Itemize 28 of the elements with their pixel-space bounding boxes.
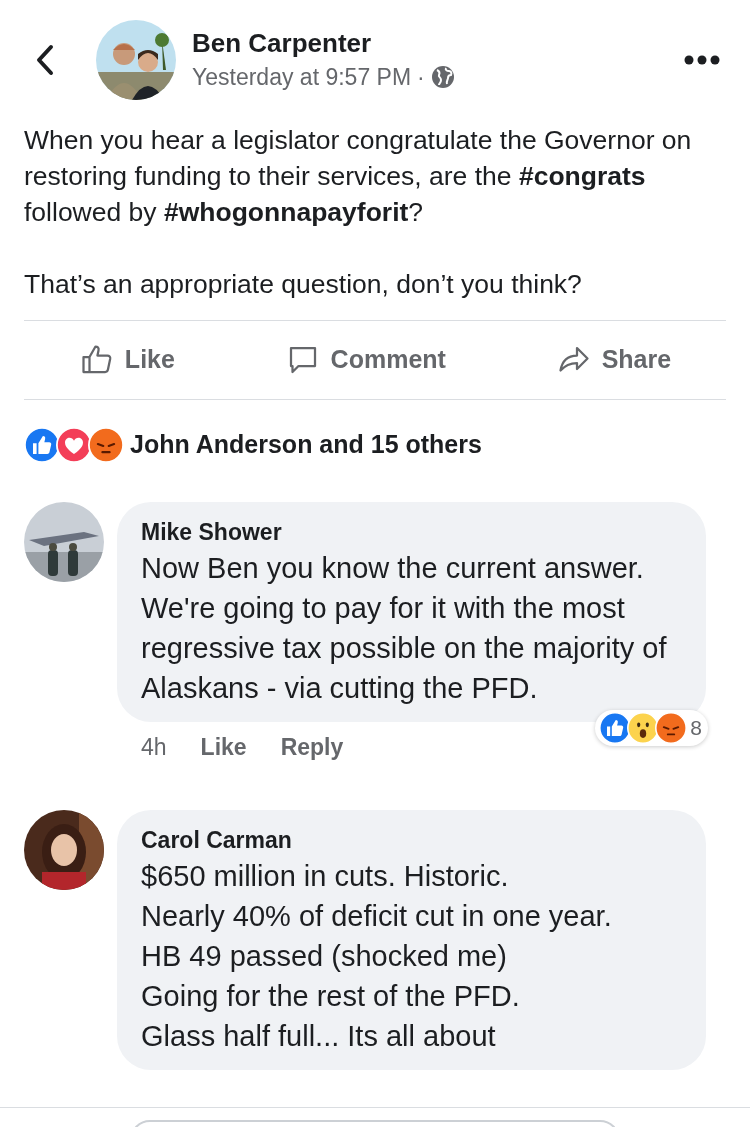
more-icon[interactable] xyxy=(684,55,720,65)
globe-icon xyxy=(430,65,455,89)
reactions-summary[interactable]: John Anderson and 15 others xyxy=(130,426,482,464)
angry-reaction-icon xyxy=(655,711,688,744)
like-reaction-icon xyxy=(24,426,60,463)
heart-reaction-icon xyxy=(56,426,92,463)
reply-link[interactable]: Reply xyxy=(280,729,344,764)
comment-text: $650 million in cuts. Historic. xyxy=(141,859,510,894)
commenter-name[interactable]: Carol Carman xyxy=(141,824,682,856)
post-time[interactable]: Yesterday at 9:57 PM xyxy=(192,59,412,95)
angry-reaction-icon xyxy=(88,426,124,463)
comment-text: HB 49 passed (shocked me) xyxy=(141,939,508,974)
comment-text: Now Ben you know the current answer. We're going to pay for it with the most regressive tax possible on the majority of Alaskans - via cutting the PFD. xyxy=(141,550,668,706)
comment-text: Going for the rest of the PFD. xyxy=(141,979,521,1014)
post-text: That’s an appropriate question, don’t you think? xyxy=(24,268,583,301)
comment-time: 4h xyxy=(141,732,167,762)
commenter-name[interactable]: Mike Shower xyxy=(141,515,682,548)
post-text: When you hear a legislator congratulate the Governor on restoring funding to their services, are the #congrats followed by #whogonnapayforit? xyxy=(24,124,693,229)
comment-button[interactable]: Comment xyxy=(276,337,454,383)
reaction-count-badge[interactable]: 8 xyxy=(595,709,708,746)
comment-text: Glass half full... Its all about xyxy=(141,1019,497,1054)
separator-dot: · xyxy=(417,62,425,92)
like-link[interactable]: Like xyxy=(200,729,247,764)
back-icon[interactable] xyxy=(34,43,56,77)
share-button[interactable]: Share xyxy=(547,337,680,383)
comment-text: Nearly 40% of deficit cut in one year. xyxy=(141,899,613,934)
author-name[interactable]: Ben Carpenter xyxy=(192,25,684,60)
like-button[interactable]: Like xyxy=(70,337,183,383)
